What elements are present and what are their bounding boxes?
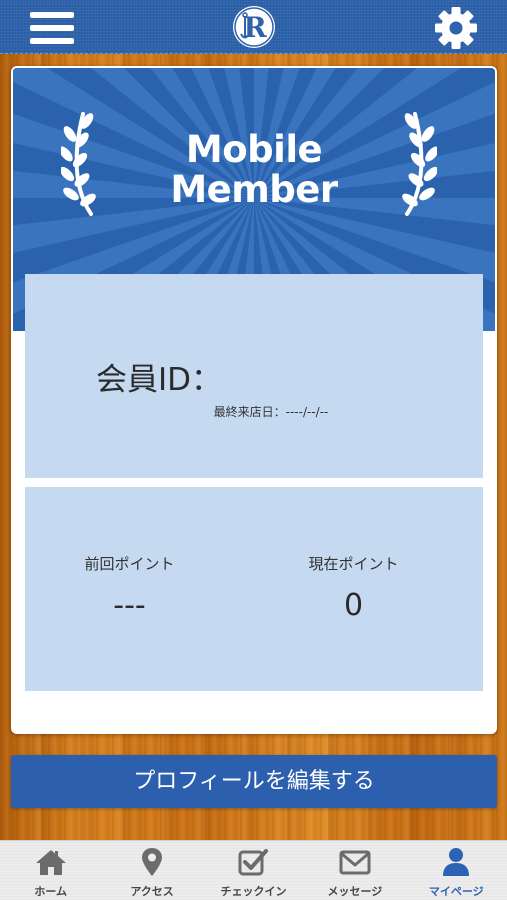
tab-home-label: ホーム bbox=[34, 885, 68, 898]
member-id-value: ---- bbox=[355, 366, 376, 382]
previous-points: 前回ポイント --- bbox=[25, 553, 254, 623]
tab-message[interactable]: メッセージ bbox=[304, 841, 405, 900]
laurel-icon bbox=[402, 112, 437, 216]
last-visit-date: 最終来店日：----/--/-- bbox=[213, 405, 329, 419]
points-panel: 前回ポイント --- 現在ポイント 0 bbox=[25, 487, 483, 691]
tab-checkin[interactable]: チェックイン bbox=[203, 841, 304, 900]
map-pin-icon bbox=[142, 848, 163, 876]
bottom-tab-bar: ホーム アクセス チェックイン メッセージ マイページ bbox=[0, 840, 507, 900]
member-id-label: 会員ID： bbox=[96, 362, 223, 398]
user-icon bbox=[443, 848, 470, 876]
hamburger-menu-icon[interactable] bbox=[30, 9, 74, 47]
member-info-panel: 会員ID： ---- 最終来店日：----/--/-- bbox=[25, 274, 483, 478]
current-points-label: 現在ポイント bbox=[308, 555, 399, 573]
current-points-value: 0 bbox=[343, 588, 364, 623]
tab-access-label: アクセス bbox=[130, 885, 174, 898]
tab-message-label: メッセージ bbox=[327, 885, 383, 898]
app-header: R bbox=[0, 0, 507, 54]
checkbox-icon bbox=[238, 849, 269, 876]
previous-points-value: --- bbox=[113, 588, 146, 623]
tab-mypage[interactable]: マイページ bbox=[406, 841, 507, 900]
tab-checkin-label: チェックイン bbox=[220, 885, 287, 898]
tab-home[interactable]: ホーム bbox=[0, 841, 101, 900]
gear-icon[interactable] bbox=[433, 6, 479, 50]
edit-profile-button[interactable]: プロフィールを編集する bbox=[11, 755, 497, 808]
tab-access[interactable]: アクセス bbox=[101, 841, 202, 900]
current-points: 現在ポイント 0 bbox=[254, 553, 483, 623]
member-card: Mobile Member 会員ID： ---- 最終来店日：----/--/-… bbox=[11, 66, 497, 734]
tab-mypage-label: マイページ bbox=[428, 885, 484, 898]
home-icon bbox=[35, 850, 66, 875]
r-anchor-logo[interactable]: R bbox=[231, 4, 277, 50]
envelope-icon bbox=[339, 850, 371, 875]
previous-points-label: 前回ポイント bbox=[84, 555, 175, 573]
